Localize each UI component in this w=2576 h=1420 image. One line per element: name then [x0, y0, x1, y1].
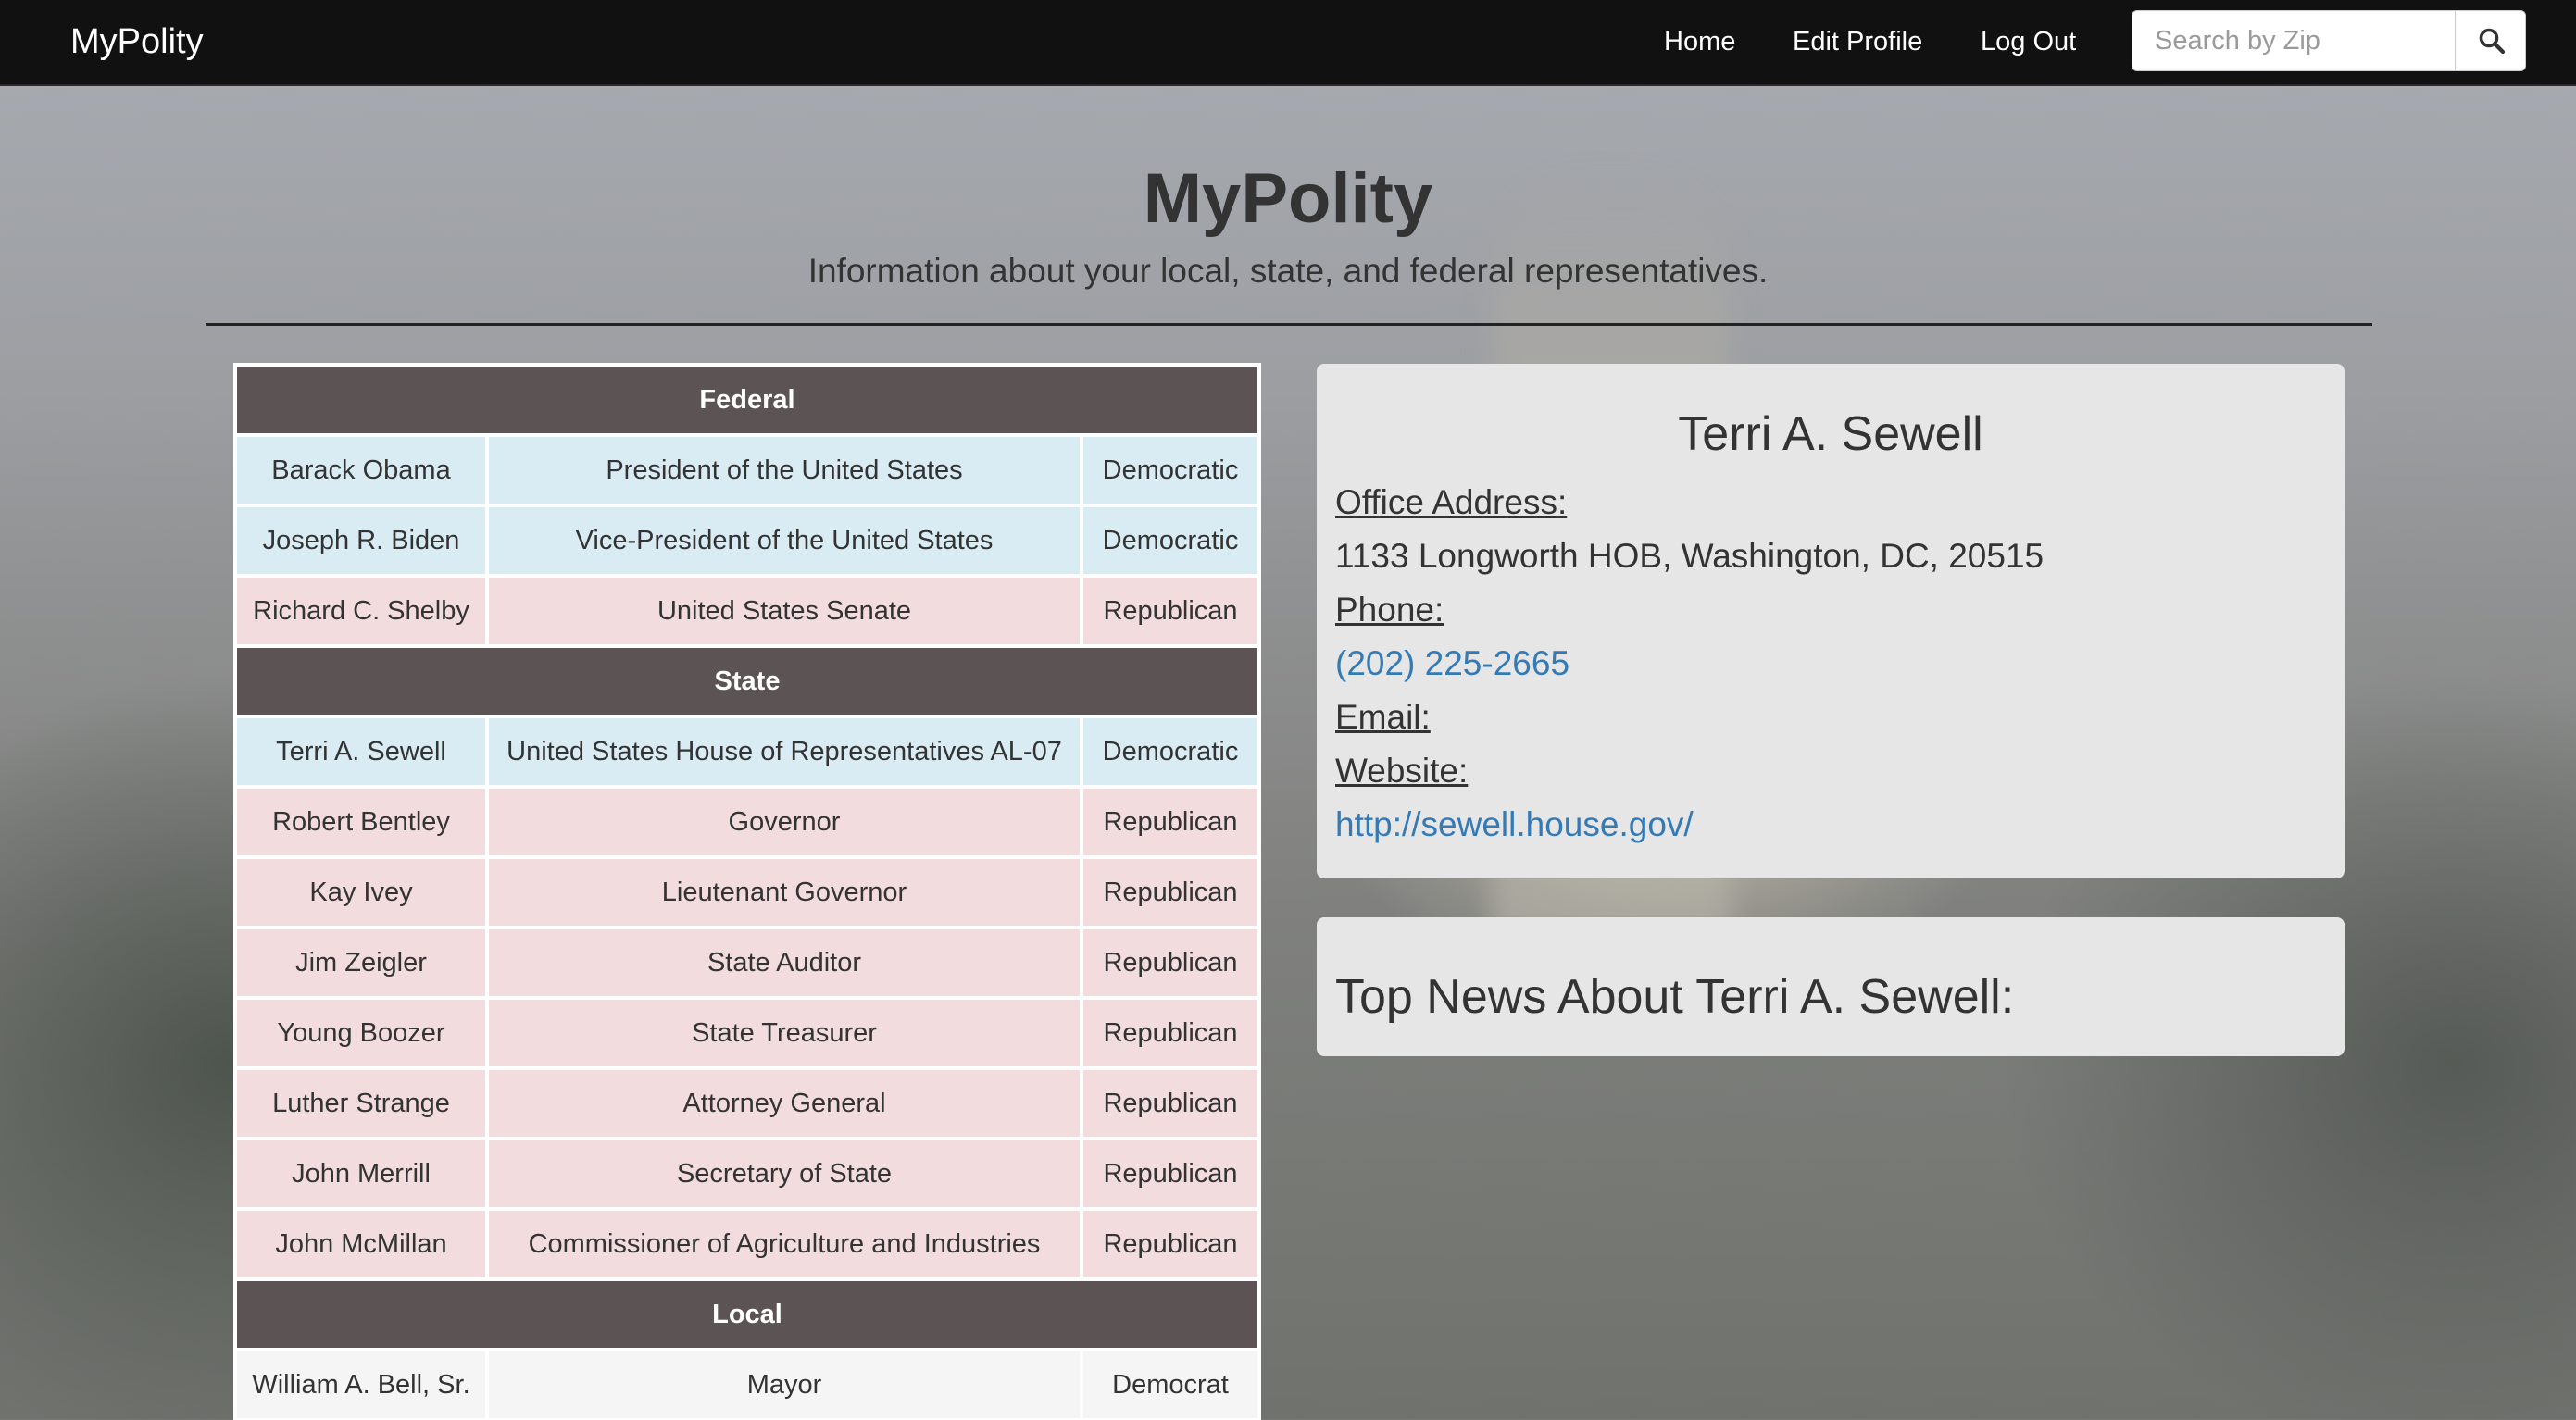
- detail-rep-name: Terri A. Sewell: [1678, 407, 1983, 461]
- rep-name[interactable]: Luther Strange: [237, 1070, 485, 1137]
- section-header-state: State: [237, 648, 1258, 715]
- rep-party: Republican: [1083, 1140, 1258, 1207]
- rep-office: Governor: [489, 789, 1080, 855]
- office-address-value: 1133 Longworth HOB, Washington, DC, 2051…: [1335, 537, 2045, 575]
- rep-office: Vice-President of the United States: [489, 507, 1080, 574]
- table-row[interactable]: Joseph R. Biden Vice-President of the Un…: [237, 507, 1258, 574]
- rep-name[interactable]: Jim Zeigler: [237, 929, 485, 996]
- rep-name[interactable]: Robert Bentley: [237, 789, 485, 855]
- rep-name[interactable]: John McMillan: [237, 1211, 485, 1277]
- rep-party: Republican: [1083, 1070, 1258, 1137]
- table-row[interactable]: John McMillan Commissioner of Agricultur…: [237, 1211, 1258, 1277]
- table-row[interactable]: Kay Ivey Lieutenant Governor Republican: [237, 859, 1258, 926]
- nav-home-link[interactable]: Home: [1664, 19, 1735, 65]
- section-header-federal: Federal: [237, 367, 1258, 433]
- rep-office: Lieutenant Governor: [489, 859, 1080, 926]
- brand-link[interactable]: MyPolity: [70, 19, 204, 65]
- rep-office: United States Senate: [489, 578, 1080, 644]
- nav-edit-profile-link[interactable]: Edit Profile: [1793, 19, 1922, 65]
- website-label: Website:: [1335, 752, 1469, 790]
- table-row[interactable]: Luther Strange Attorney General Republic…: [237, 1070, 1258, 1137]
- rep-office: Commissioner of Agriculture and Industri…: [489, 1211, 1080, 1277]
- search-button[interactable]: [2455, 11, 2525, 70]
- navbar: MyPolity Home Edit Profile Log Out: [0, 0, 2576, 86]
- table-row[interactable]: Barack Obama President of the United Sta…: [237, 437, 1258, 504]
- table-row[interactable]: Richard C. Shelby United States Senate R…: [237, 578, 1258, 644]
- zip-search-input[interactable]: [2132, 11, 2453, 70]
- table-row[interactable]: Young Boozer State Treasurer Republican: [237, 1000, 1258, 1066]
- table-row[interactable]: Terri A. Sewell United States House of R…: [237, 718, 1258, 785]
- rep-party: Republican: [1083, 1000, 1258, 1066]
- rep-name[interactable]: Joseph R. Biden: [237, 507, 485, 574]
- rep-name[interactable]: Terri A. Sewell: [237, 718, 485, 785]
- rep-name[interactable]: John Merrill: [237, 1140, 485, 1207]
- news-panel: Top News About Terri A. Sewell:: [1317, 917, 2345, 1056]
- section-header-local: Local: [237, 1281, 1258, 1348]
- rep-office: State Treasurer: [489, 1000, 1080, 1066]
- rep-name[interactable]: Kay Ivey: [237, 859, 485, 926]
- rep-office: Mayor: [489, 1351, 1080, 1418]
- page-title: MyPolity: [1143, 159, 1433, 238]
- phone-link[interactable]: (202) 225-2665: [1335, 641, 1569, 687]
- rep-office: United States House of Representatives A…: [489, 718, 1080, 785]
- rep-party: Democratic: [1083, 718, 1258, 785]
- header-divider: [206, 323, 2372, 326]
- rep-name[interactable]: Richard C. Shelby: [237, 578, 485, 644]
- rep-party: Democratic: [1083, 507, 1258, 574]
- rep-office: State Auditor: [489, 929, 1080, 996]
- phone-label: Phone:: [1335, 591, 1444, 629]
- rep-party: Republican: [1083, 859, 1258, 926]
- rep-party: Republican: [1083, 578, 1258, 644]
- rep-party: Democratic: [1083, 437, 1258, 504]
- rep-party: Republican: [1083, 1211, 1258, 1277]
- search-icon: [2479, 28, 2506, 55]
- news-heading: Top News About Terri A. Sewell:: [1335, 970, 2015, 1024]
- website-link[interactable]: http://sewell.house.gov/: [1335, 802, 1694, 848]
- table-row[interactable]: John Merrill Secretary of State Republic…: [237, 1140, 1258, 1207]
- page-subtitle: Information about your local, state, and…: [807, 252, 1769, 290]
- representative-detail-panel: Terri A. Sewell Office Address: 1133 Lon…: [1317, 364, 2345, 878]
- email-label: Email:: [1335, 698, 1431, 736]
- rep-party: Republican: [1083, 929, 1258, 996]
- rep-office: Secretary of State: [489, 1140, 1080, 1207]
- rep-party: Republican: [1083, 789, 1258, 855]
- representatives-table: Federal Barack Obama President of the Un…: [233, 363, 1262, 1420]
- rep-office: President of the United States: [489, 437, 1080, 504]
- table-row[interactable]: Robert Bentley Governor Republican: [237, 789, 1258, 855]
- rep-name[interactable]: William A. Bell, Sr.: [237, 1351, 485, 1418]
- zip-search-form: [2132, 10, 2526, 71]
- rep-name[interactable]: Young Boozer: [237, 1000, 485, 1066]
- table-row[interactable]: Jim Zeigler State Auditor Republican: [237, 929, 1258, 996]
- nav-log-out-link[interactable]: Log Out: [1981, 19, 2076, 65]
- rep-office: Attorney General: [489, 1070, 1080, 1137]
- table-row[interactable]: William A. Bell, Sr. Mayor Democrat: [237, 1351, 1258, 1418]
- rep-name[interactable]: Barack Obama: [237, 437, 485, 504]
- office-address-label: Office Address:: [1335, 483, 1568, 521]
- rep-party: Democrat: [1083, 1351, 1258, 1418]
